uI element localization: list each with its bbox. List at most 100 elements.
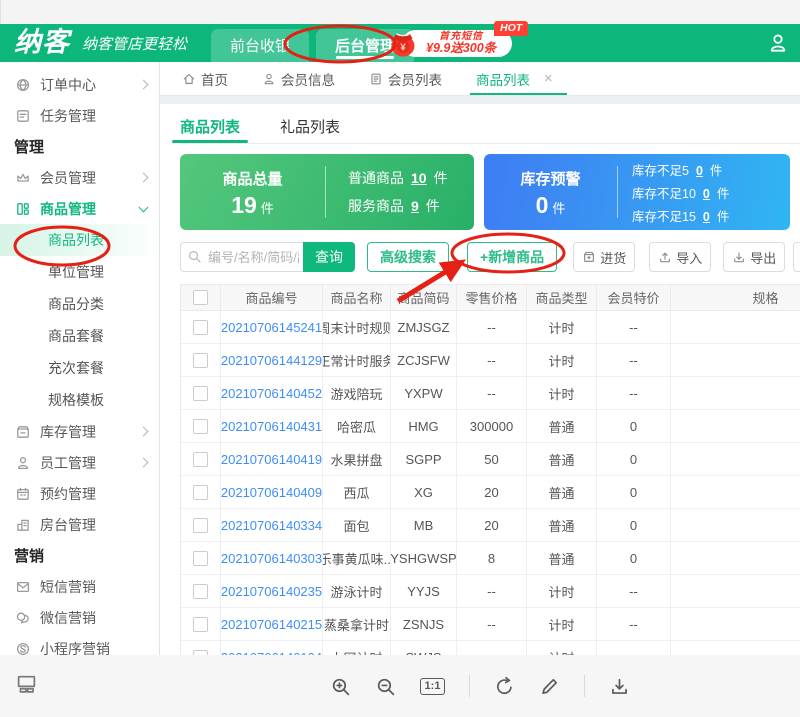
member-price-cell: 0 — [597, 410, 671, 443]
sidebar-item-goods-list[interactable]: 商品列表 — [0, 224, 159, 256]
goods-shortcode-cell: ZCJSFW — [391, 344, 457, 377]
row-checkbox[interactable] — [193, 386, 208, 401]
advanced-search-button[interactable]: 高级搜索 — [367, 242, 449, 272]
goods-code-link[interactable]: 20210706140215 — [221, 617, 322, 632]
goods-price-cell: -- — [457, 311, 527, 344]
row-checkbox[interactable] — [193, 551, 208, 566]
stock-below-10-count-link[interactable]: 0 — [703, 187, 710, 201]
sidebar-item-goods[interactable]: 商品管理 — [0, 193, 159, 224]
add-goods-button[interactable]: +新增商品 — [467, 242, 557, 272]
goods-code-link[interactable]: 20210706140409 — [221, 485, 322, 500]
sms-promo-banner[interactable]: ¥ 首充短信 ¥9.9送300条 HOT — [402, 30, 512, 57]
sidebar-item-inventory[interactable]: 库存管理 — [0, 416, 159, 447]
row-select-cell — [181, 344, 221, 377]
table-row: 20210706140235 游泳计时 YYJS -- 计时 -- — [181, 575, 800, 608]
svg-text:¥: ¥ — [400, 43, 406, 54]
sidebar-item-orders[interactable]: 订单中心 — [0, 69, 159, 100]
sidebar-item-miniprogram-marketing[interactable]: 小程序营销 — [0, 633, 159, 655]
row-checkbox[interactable] — [193, 353, 208, 368]
goods-toolbar: 查询 高级搜索 +新增商品 进货 导入 — [180, 242, 800, 272]
goods-price-cell: -- — [457, 641, 527, 655]
sidebar-item-label: 小程序营销 — [40, 639, 110, 656]
col-header-price: 零售价格 — [457, 285, 527, 311]
table-row: 20210706140419 水果拼盘 SGPP 50 普通 0 — [181, 443, 800, 476]
goods-price-cell: 20 — [457, 509, 527, 542]
tab-label: 会员列表 — [388, 69, 442, 89]
col-header-spec: 规格 — [671, 285, 800, 311]
save-download-icon[interactable] — [609, 676, 630, 697]
import-button[interactable]: 导入 — [649, 242, 711, 272]
goods-code-link[interactable]: 20210706140303 — [221, 551, 322, 566]
edit-columns-button[interactable] — [793, 242, 800, 272]
goods-shortcode-cell: ZMJSGZ — [391, 311, 457, 344]
normal-goods-count-link[interactable]: 10 — [411, 170, 427, 186]
goods-code-link[interactable]: 20210706140452 — [221, 386, 322, 401]
sidebar-item-label: 短信营销 — [40, 577, 96, 597]
goods-code-link[interactable]: 20210706145241 — [221, 320, 322, 335]
purchase-button[interactable]: 进货 — [573, 242, 635, 272]
goods-code-link[interactable]: 20210706140235 — [221, 584, 322, 599]
sidebar-item-recharge-packages[interactable]: 充次套餐 — [0, 352, 159, 384]
virtual-screen-icon[interactable] — [16, 673, 37, 694]
zoom-out-icon[interactable] — [375, 676, 396, 697]
sidebar-section-management: 管理 — [0, 131, 159, 162]
upload-icon — [658, 250, 672, 264]
tab-label: 商品列表 — [476, 69, 530, 89]
sidebar-item-categories[interactable]: 商品分类 — [0, 288, 159, 320]
select-all-checkbox[interactable] — [193, 290, 208, 305]
row-checkbox[interactable] — [193, 518, 208, 533]
globe-icon — [15, 77, 31, 93]
goods-name-cell: 西瓜 — [323, 476, 391, 509]
card-title: 商品总量 — [180, 168, 325, 189]
nav-front-cashier-button[interactable]: 前台收银 — [211, 29, 309, 62]
row-checkbox[interactable] — [193, 452, 208, 467]
tab-home[interactable]: 首页 — [182, 62, 228, 95]
tab-member-list[interactable]: 会员列表 — [369, 62, 442, 95]
topbar-nav: 前台收银 后台管理 — [211, 29, 414, 62]
goods-code-link[interactable]: 20210706140334 — [221, 518, 322, 533]
sidebar-item-sms-marketing[interactable]: 短信营销 — [0, 571, 159, 602]
sidebar-item-reservations[interactable]: 预约管理 — [0, 478, 159, 509]
service-goods-stat: 服务商品9件 — [348, 196, 474, 216]
goods-code-link[interactable]: 20210706140431 — [221, 419, 322, 434]
table-header-row: 商品编号 商品名称 商品简码 零售价格 商品类型 会员特价 规格 — [181, 285, 800, 311]
row-checkbox[interactable] — [193, 584, 208, 599]
row-checkbox[interactable] — [193, 617, 208, 632]
stock-below-5-count-link[interactable]: 0 — [696, 164, 703, 178]
rotate-icon[interactable] — [494, 676, 515, 697]
search-button[interactable]: 查询 — [303, 242, 355, 272]
tab-member-info[interactable]: 会员信息 — [262, 62, 335, 95]
service-goods-count-link[interactable]: 9 — [411, 198, 419, 214]
person-icon — [15, 455, 31, 471]
annotate-pencil-icon[interactable] — [539, 676, 560, 697]
sidebar-item-units[interactable]: 单位管理 — [0, 256, 159, 288]
sidebar-item-members[interactable]: 会员管理 — [0, 162, 159, 193]
sidebar: 订单中心 任务管理 管理 会员管理 商品管理 商品 — [0, 62, 160, 655]
sidebar-item-wechat-marketing[interactable]: 微信营销 — [0, 602, 159, 633]
member-price-cell: -- — [597, 575, 671, 608]
col-header-code: 商品编号 — [221, 285, 323, 311]
sidebar-item-rooms[interactable]: 房台管理 — [0, 509, 159, 540]
actual-size-button[interactable]: 1:1 — [420, 678, 446, 695]
sidebar-item-staff[interactable]: 员工管理 — [0, 447, 159, 478]
goods-code-link[interactable]: 20210706144129 — [221, 353, 322, 368]
user-account-icon[interactable] — [767, 32, 789, 54]
subtab-goods-list[interactable]: 商品列表 — [180, 112, 240, 143]
sidebar-item-label: 房台管理 — [40, 515, 96, 535]
row-checkbox[interactable] — [193, 419, 208, 434]
stock-below-15-count-link[interactable]: 0 — [703, 210, 710, 224]
row-checkbox[interactable] — [193, 485, 208, 500]
tab-goods-list[interactable]: 商品列表 × — [476, 62, 553, 95]
subtab-gift-list[interactable]: 礼品列表 — [280, 112, 340, 143]
money-bag-icon: ¥ — [386, 26, 420, 60]
member-price-cell: -- — [597, 608, 671, 641]
goods-code-link[interactable]: 20210706140419 — [221, 452, 322, 467]
sidebar-item-tasks[interactable]: 任务管理 — [0, 100, 159, 131]
viewer-toolbar: 1:1 — [0, 655, 800, 717]
sidebar-item-goods-packages[interactable]: 商品套餐 — [0, 320, 159, 352]
sidebar-item-spec-templates[interactable]: 规格模板 — [0, 384, 159, 416]
close-icon[interactable]: × — [544, 71, 553, 86]
row-checkbox[interactable] — [193, 320, 208, 335]
export-button[interactable]: 导出 — [723, 242, 785, 272]
zoom-in-icon[interactable] — [330, 676, 351, 697]
